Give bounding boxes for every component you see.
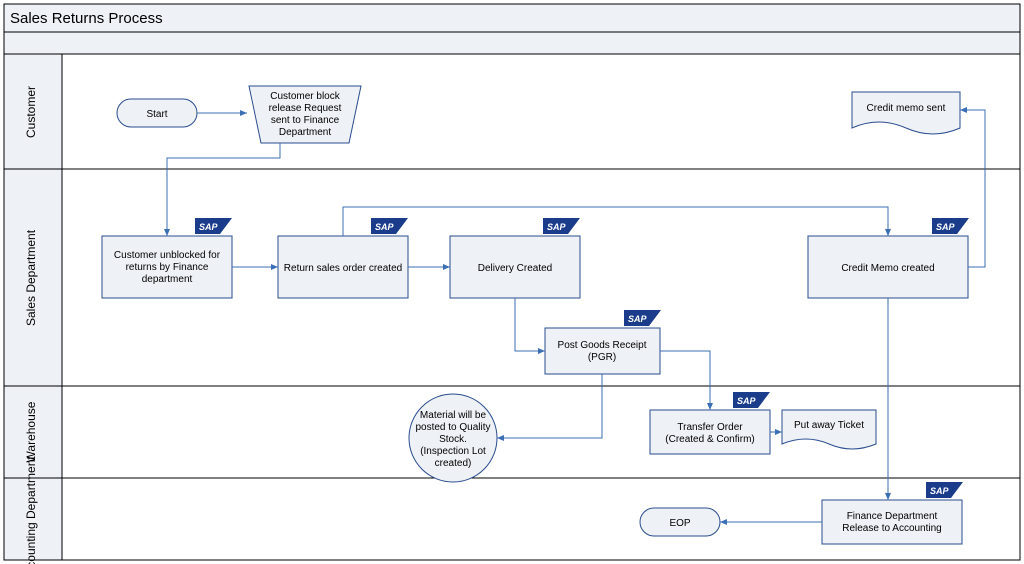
node-delivery-created: Delivery Created xyxy=(450,236,580,298)
swimlane-diagram: Sales Returns Process Customer Sales Dep… xyxy=(0,0,1024,564)
svg-text:Transfer Order: Transfer Order xyxy=(677,422,743,433)
svg-text:(Inspection Lot: (Inspection Lot xyxy=(420,446,486,457)
svg-text:Customer unblocked for: Customer unblocked for xyxy=(114,250,221,261)
svg-text:posted to Quality: posted to Quality xyxy=(415,422,490,433)
svg-text:SAP: SAP xyxy=(737,396,757,406)
svg-text:SAP: SAP xyxy=(628,314,648,324)
subtitle-bar xyxy=(4,32,1020,54)
node-block-release-request: Customer block release Request sent to F… xyxy=(249,86,361,143)
svg-text:Delivery Created: Delivery Created xyxy=(478,263,552,274)
svg-text:Department: Department xyxy=(279,127,331,138)
node-transfer-order: Transfer Order (Created & Confirm) xyxy=(650,410,770,454)
svg-text:Stock.: Stock. xyxy=(439,434,467,445)
svg-text:SAP: SAP xyxy=(199,222,219,232)
svg-text:Material will be: Material will be xyxy=(420,410,487,421)
node-credit-memo-created: Credit Memo created xyxy=(808,236,968,298)
svg-text:created): created) xyxy=(435,458,472,469)
lane-label-customer: Customer xyxy=(24,86,38,138)
node-start: Start xyxy=(117,99,197,127)
svg-text:Post Goods Receipt: Post Goods Receipt xyxy=(558,340,647,351)
svg-text:(PGR): (PGR) xyxy=(588,352,616,363)
lane-label-accounting: Accounting Department xyxy=(24,456,38,564)
svg-text:SAP: SAP xyxy=(375,222,395,232)
svg-text:SAP: SAP xyxy=(930,486,950,496)
svg-text:(Created & Confirm): (Created & Confirm) xyxy=(665,434,754,445)
diagram-title: Sales Returns Process xyxy=(10,10,163,27)
node-eop: EOP xyxy=(640,508,720,536)
node-finance-release: Finance Department Release to Accounting xyxy=(822,500,962,544)
node-return-sales-order: Return sales order created xyxy=(278,236,408,298)
svg-text:Return sales order created: Return sales order created xyxy=(284,263,402,274)
svg-text:department: department xyxy=(142,274,193,285)
svg-text:release Request: release Request xyxy=(269,103,342,114)
svg-text:Release to Accounting: Release to Accounting xyxy=(842,523,942,534)
node-pgr: Post Goods Receipt (PGR) xyxy=(545,328,660,374)
svg-text:Start: Start xyxy=(146,109,167,120)
svg-text:SAP: SAP xyxy=(936,222,956,232)
svg-text:Credit Memo created: Credit Memo created xyxy=(841,263,934,274)
svg-text:returns by Finance: returns by Finance xyxy=(126,262,209,273)
svg-text:Credit memo sent: Credit memo sent xyxy=(867,103,946,114)
lane-label-sales: Sales Department xyxy=(24,229,38,326)
svg-text:SAP: SAP xyxy=(547,222,567,232)
lane-label-warehouse: Warehouse xyxy=(24,401,38,462)
svg-text:sent to Finance: sent to Finance xyxy=(271,115,340,126)
svg-text:EOP: EOP xyxy=(669,518,690,529)
node-quality-stock: Material will be posted to Quality Stock… xyxy=(409,394,497,482)
svg-text:Finance Department: Finance Department xyxy=(847,511,938,522)
node-customer-unblocked: Customer unblocked for returns by Financ… xyxy=(102,236,232,298)
svg-text:Put away Ticket: Put away Ticket xyxy=(794,420,864,431)
svg-text:Customer block: Customer block xyxy=(270,91,340,102)
